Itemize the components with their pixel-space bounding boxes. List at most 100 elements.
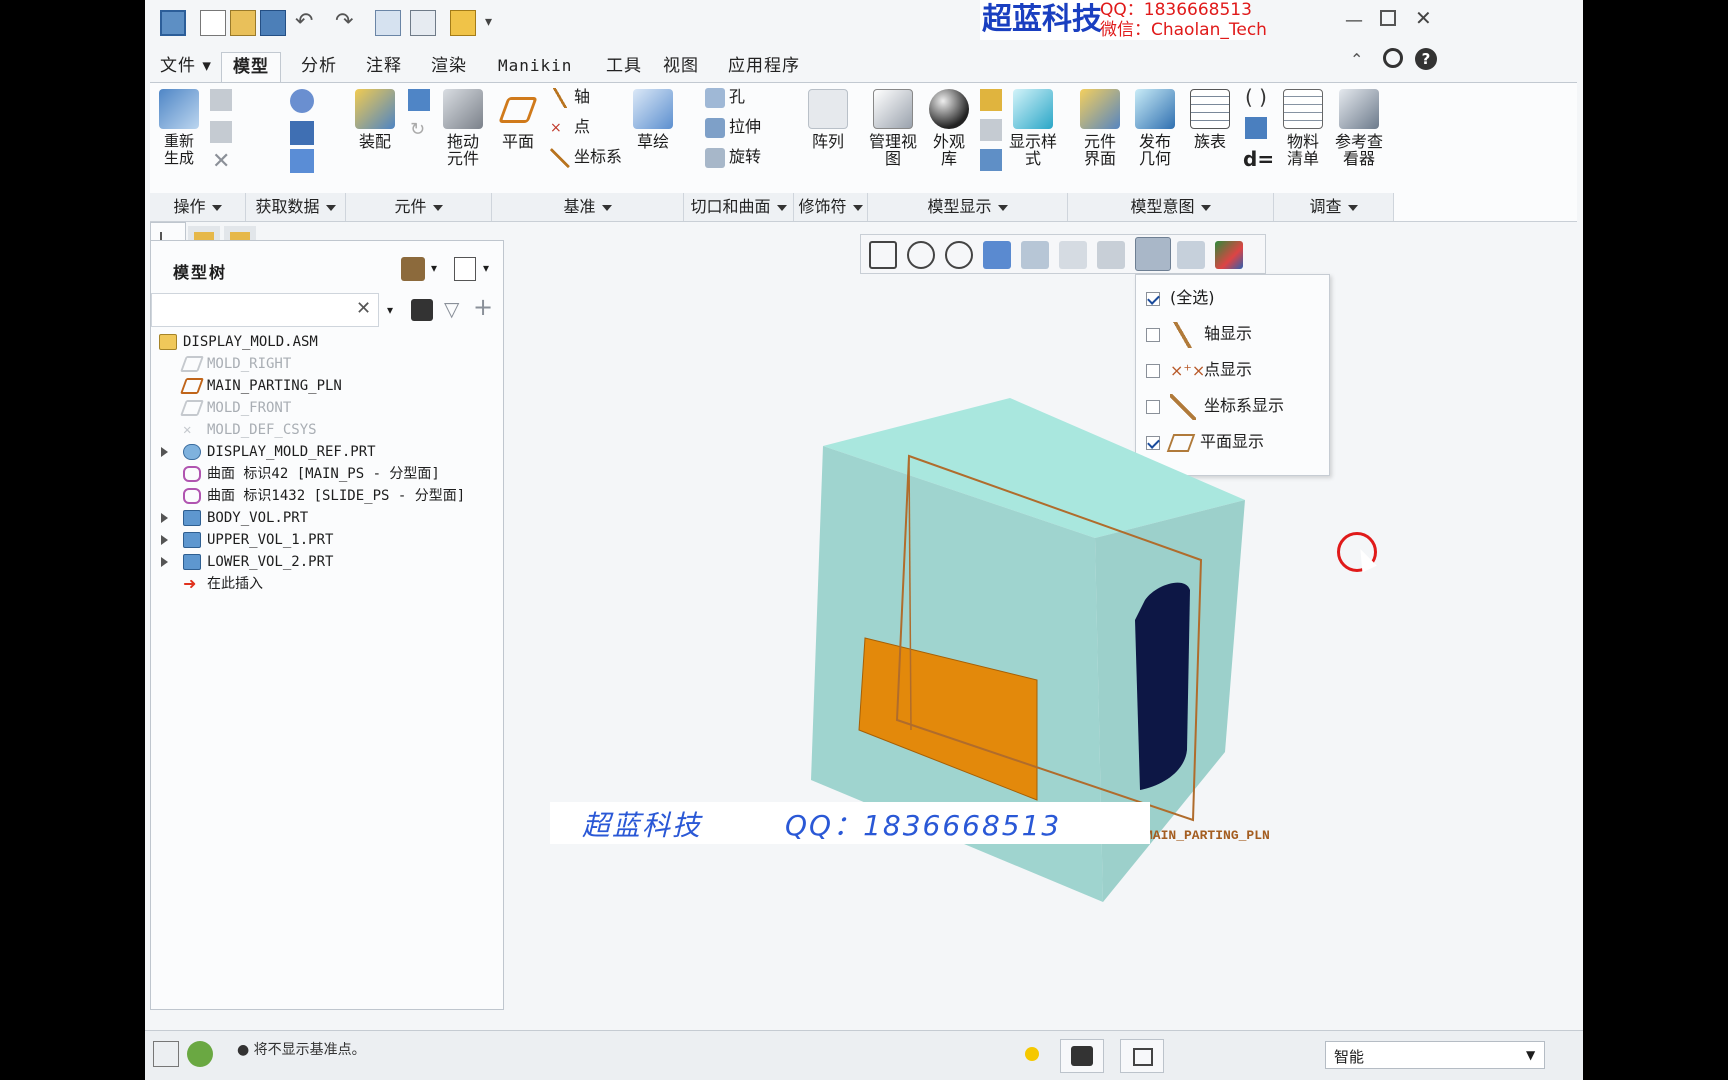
tree-item-surface-1432[interactable]: 曲面 标识1432 [SLIDE_PS - 分型面] [183, 485, 465, 507]
expand-arrow-icon[interactable] [161, 513, 168, 523]
group-investigate[interactable]: 调查 [1274, 193, 1394, 221]
group-components[interactable]: 元件 [346, 193, 492, 221]
group-model-intent[interactable]: 模型意图 [1068, 193, 1274, 221]
tree-item-surface-42[interactable]: 曲面 标识42 [MAIN_PS - 分型面] [183, 463, 440, 485]
select-all-checkbox[interactable] [1146, 291, 1160, 306]
refit-icon[interactable] [869, 241, 897, 269]
point-display-checkbox[interactable] [1146, 363, 1160, 378]
group-get-data[interactable]: 获取数据 [246, 193, 346, 221]
extrude-button[interactable]: 拉伸 [705, 115, 761, 139]
copy-geometry-icon[interactable] [290, 149, 314, 173]
filter-select[interactable]: 智能 ▼ [1325, 1041, 1545, 1069]
axis-display-checkbox[interactable] [1146, 327, 1160, 342]
zoom-in-icon[interactable] [907, 241, 935, 269]
customize-chevron-icon[interactable]: ▾ [485, 10, 511, 36]
tree-item-asm[interactable]: DISPLAY_MOLD.ASM [159, 331, 318, 353]
restore-icon[interactable] [1380, 10, 1396, 26]
filter-icon[interactable]: ▽ [444, 297, 459, 321]
display-style-icon[interactable] [1097, 241, 1125, 269]
tab-manikin[interactable]: Manikin [487, 52, 583, 80]
windows-icon[interactable] [410, 10, 436, 36]
tree-item-insert-here[interactable]: ➜ 在此插入 [183, 573, 263, 595]
display-style-button[interactable]: 显示样式 [1008, 89, 1058, 167]
search-icon[interactable] [1383, 48, 1403, 68]
section-icon[interactable] [980, 89, 1002, 111]
tree-item-mold-front[interactable]: MOLD_FRONT [180, 397, 291, 419]
point-button[interactable]: × 点 [550, 115, 590, 139]
tab-analysis[interactable]: 分析 [290, 52, 348, 80]
sketch-button[interactable]: 草绘 [630, 89, 676, 150]
tab-view[interactable]: 视图 [652, 52, 710, 80]
tree-item-display-mold-ref[interactable]: DISPLAY_MOLD_REF.PRT [183, 441, 376, 463]
tree-settings-icon[interactable] [401, 257, 425, 281]
show-columns-chevron-icon[interactable]: ▾ [483, 261, 489, 275]
layers-icon[interactable] [980, 119, 1002, 141]
tab-model[interactable]: 模型 [221, 52, 281, 82]
paste-icon[interactable] [210, 121, 232, 143]
group-modifiers[interactable]: 修饰符 [794, 193, 868, 221]
parameters-icon[interactable]: ( ) [1245, 85, 1267, 109]
group-model-display[interactable]: 模型显示 [868, 193, 1068, 221]
clear-search-icon[interactable]: ✕ [356, 298, 371, 319]
collapse-ribbon-icon[interactable]: ⌃ [1350, 50, 1363, 69]
close-window-icon[interactable] [450, 10, 476, 36]
pattern-button[interactable]: 阵列 [805, 89, 851, 150]
tree-item-body-vol[interactable]: BODY_VOL.PRT [183, 507, 308, 529]
repeat-icon[interactable]: ↻ [410, 119, 425, 140]
repaint-icon[interactable] [983, 241, 1011, 269]
manage-views-button[interactable]: 管理视图 [868, 89, 918, 167]
group-operations[interactable]: 操作 [150, 193, 246, 221]
tab-file[interactable]: 文件 ▾ [149, 52, 223, 80]
merge-icon[interactable] [290, 89, 314, 113]
new-file-icon[interactable] [200, 10, 226, 36]
toggle-navigator-icon[interactable] [153, 1041, 179, 1067]
publish-geometry-button[interactable]: 发布几何 [1130, 89, 1180, 167]
group-datum[interactable]: 基准 [492, 193, 684, 221]
annotation-display-icon[interactable] [1177, 241, 1205, 269]
expand-arrow-icon[interactable] [161, 535, 168, 545]
expand-arrow-icon[interactable] [161, 447, 168, 457]
datum-display-filters-icon[interactable] [1135, 237, 1171, 271]
show-columns-icon[interactable] [454, 257, 476, 281]
csys-button[interactable]: 坐标系 [550, 145, 622, 169]
delete-icon[interactable]: ✕ [212, 149, 230, 174]
regenerate-quick-icon[interactable] [375, 10, 401, 36]
view-manager-icon[interactable] [1059, 241, 1087, 269]
save-icon[interactable] [260, 10, 286, 36]
appearance-button[interactable]: 外观库 [926, 89, 972, 167]
axis-button[interactable]: 轴 [550, 85, 590, 109]
assemble-button[interactable]: 装配 [350, 89, 400, 150]
minimize-icon[interactable]: — [1345, 10, 1363, 31]
tree-settings-chevron-icon[interactable]: ▾ [431, 261, 437, 275]
tree-search-box[interactable]: ✕ [151, 293, 379, 327]
undo-icon[interactable]: ↶ [295, 10, 321, 36]
tree-item-main-parting-pln[interactable]: MAIN_PARTING_PLN [180, 375, 342, 397]
find-binoculars-icon[interactable] [411, 299, 433, 321]
drag-components-button[interactable]: 拖动元件 [438, 89, 488, 167]
regenerate-button[interactable]: 重新生成 [153, 89, 205, 167]
close-icon[interactable]: ✕ [1415, 6, 1432, 30]
d-equals-button[interactable]: d= [1243, 147, 1274, 171]
zoom-out-icon[interactable] [945, 241, 973, 269]
tab-tools[interactable]: 工具 [595, 52, 653, 80]
regenerate-status-icon[interactable] [1025, 1047, 1039, 1061]
selection-filter-button[interactable] [1120, 1039, 1164, 1073]
reference-viewer-button[interactable]: 参考查看器 [1330, 89, 1388, 167]
app-logo-icon[interactable] [160, 10, 186, 36]
family-table-button[interactable]: 族表 [1185, 89, 1235, 150]
open-file-icon[interactable] [230, 10, 256, 36]
menu-item-point-display[interactable]: ×⁺×点显示 [1146, 355, 1252, 385]
tree-item-mold-def-csys[interactable]: ✕ MOLD_DEF_CSYS [183, 419, 317, 441]
tree-search-input[interactable] [156, 298, 346, 322]
tree-item-lower-vol[interactable]: LOWER_VOL_2.PRT [183, 551, 333, 573]
create-component-icon[interactable] [408, 89, 430, 111]
redo-icon[interactable]: ↷ [335, 10, 361, 36]
bom-button[interactable]: 物料清单 [1280, 89, 1326, 167]
tree-item-upper-vol[interactable]: UPPER_VOL_1.PRT [183, 529, 333, 551]
group-cuts-surfaces[interactable]: 切口和曲面 [684, 193, 794, 221]
plane-button[interactable]: 平面 [495, 89, 541, 150]
search-history-chevron-icon[interactable]: ▾ [387, 303, 393, 317]
tab-annotate[interactable]: 注释 [355, 52, 413, 80]
spin-center-icon[interactable] [1215, 241, 1243, 269]
hole-button[interactable]: 孔 [705, 85, 745, 109]
